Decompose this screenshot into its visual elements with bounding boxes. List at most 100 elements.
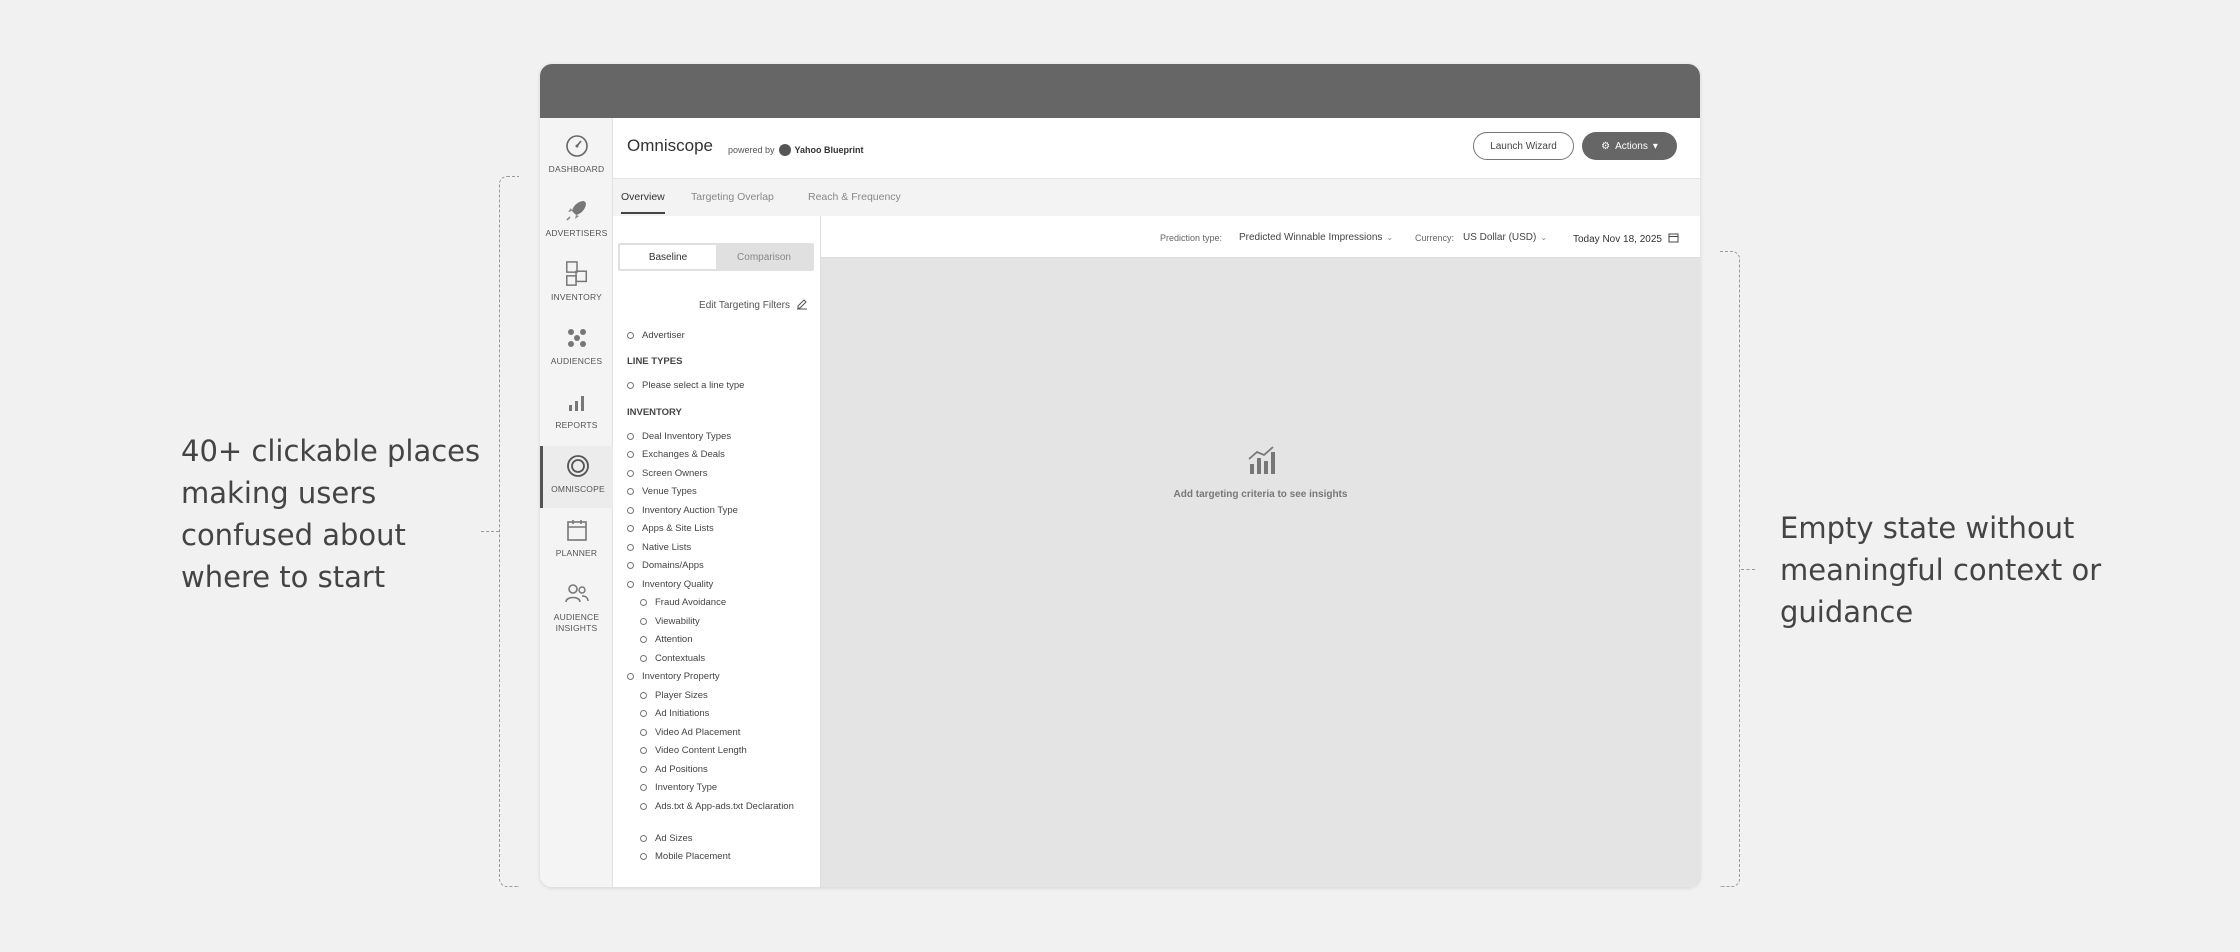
powered-by-label: powered by (728, 145, 775, 155)
nav-label: REPORTS (555, 420, 598, 430)
bar-chart-icon (564, 388, 590, 416)
date-picker[interactable]: Today Nov 18, 2025 (1573, 232, 1679, 246)
filter-inventory-item[interactable]: Venue Types (627, 486, 697, 497)
filter-inventory-property[interactable]: Inventory Property (627, 671, 720, 682)
users-icon (564, 580, 590, 608)
prediction-type-label: Prediction type: (1160, 233, 1223, 243)
radio-circle (640, 784, 647, 791)
baseline-comparison-toggle: Baseline Comparison (618, 243, 814, 271)
filter-quality-item[interactable]: Attention (640, 634, 693, 645)
radio-circle (627, 332, 634, 339)
filter-quality-item[interactable]: Viewability (640, 616, 700, 627)
caret-down-icon: ▾ (1652, 140, 1658, 152)
filter-quality-item[interactable]: Contextuals (640, 653, 705, 664)
filter-label: Native Lists (642, 542, 692, 553)
filter-inventory-item[interactable]: Inventory Quality (627, 579, 713, 590)
tab-targeting-overlap[interactable]: Targeting Overlap (691, 191, 774, 212)
nav-item-omniscope[interactable]: OMNISCOPE (540, 446, 613, 508)
radio-circle (640, 599, 647, 606)
main-content: Omniscope powered by Yahoo Blueprint Lau… (613, 118, 1700, 887)
filter-inventory-item[interactable]: Domains/Apps (627, 560, 704, 571)
radio-circle (640, 710, 647, 717)
brand-name: Yahoo Blueprint (794, 145, 864, 155)
radio-circle (640, 803, 647, 810)
nav-label: PLANNER (555, 548, 598, 558)
filter-inventory-item[interactable]: Deal Inventory Types (627, 431, 731, 442)
filter-extra-item[interactable]: Mobile Placement (640, 851, 731, 862)
prediction-type-select[interactable]: Predicted Winnable Impressions ⌄ (1239, 232, 1393, 243)
comparison-option[interactable]: Comparison (716, 245, 812, 269)
radio-circle (627, 451, 634, 458)
chevron-down-icon: ⌄ (1386, 233, 1394, 242)
radio-circle (640, 692, 647, 699)
edit-targeting-filters-link[interactable]: Edit Targeting Filters (699, 298, 808, 313)
filter-property-item[interactable]: Video Ad Placement (640, 727, 740, 738)
currency-select[interactable]: US Dollar (USD) ⌄ (1463, 232, 1547, 243)
filter-property-item[interactable]: Player Sizes (640, 690, 708, 701)
filter-label: Contextuals (655, 653, 706, 664)
section-title-line-types: LINE TYPES (627, 356, 683, 367)
app-body: DASHBOARD ADVERTISERS INVENTORY AUDIENCE… (540, 118, 1700, 887)
calendar-icon (1668, 232, 1679, 246)
right-annotation-text: Empty state without meaningful context o… (1780, 511, 2102, 629)
radio-circle (627, 507, 634, 514)
app-window: DASHBOARD ADVERTISERS INVENTORY AUDIENCE… (540, 64, 1700, 887)
radio-circle (640, 618, 647, 625)
omniscope-target-icon (565, 452, 591, 480)
filter-property-item[interactable]: Inventory Type (640, 782, 717, 793)
rocket-icon (564, 196, 590, 224)
nav-item-dashboard[interactable]: DASHBOARD (540, 126, 613, 188)
filter-label: Please select a line type (642, 380, 745, 391)
filter-property-item[interactable]: Ads.txt & App-ads.txt Declaration (640, 801, 794, 812)
filter-label: Advertiser (642, 330, 685, 341)
filter-property-item[interactable]: Ad Positions (640, 764, 708, 775)
filter-label: Inventory Quality (642, 579, 714, 590)
tab-bar: Overview Targeting Overlap Reach & Frequ… (613, 178, 1700, 216)
filter-inventory-item[interactable]: Exchanges & Deals (627, 449, 725, 460)
nav-item-audience-insights[interactable]: AUDIENCE INSIGHTS (540, 574, 613, 644)
filter-label: Deal Inventory Types (642, 431, 732, 442)
currency-label: Currency: (1415, 233, 1455, 243)
gear-icon: ⚙ (1601, 140, 1611, 152)
filter-inventory-item[interactable]: Native Lists (627, 542, 691, 553)
radio-circle (627, 382, 634, 389)
tab-reach-frequency[interactable]: Reach & Frequency (808, 191, 901, 212)
filter-label: Player Sizes (655, 690, 708, 701)
filter-label: Ad Sizes (655, 833, 693, 844)
chevron-down-icon: ⌄ (1540, 233, 1548, 242)
filter-quality-item[interactable]: Fraud Avoidance (640, 597, 726, 608)
actions-button[interactable]: ⚙ Actions ▾ (1582, 132, 1677, 160)
nav-item-reports[interactable]: REPORTS (540, 382, 613, 444)
filter-label: Apps & Site Lists (642, 523, 714, 534)
baseline-option[interactable]: Baseline (620, 245, 716, 269)
filter-property-item[interactable]: Video Content Length (640, 745, 747, 756)
filter-label: Viewability (655, 616, 700, 627)
filter-extra-item[interactable]: Ad Sizes (640, 833, 693, 844)
radio-circle (627, 581, 634, 588)
filter-inventory-item[interactable]: Inventory Auction Type (627, 505, 738, 516)
page-header: Omniscope powered by Yahoo Blueprint Lau… (613, 118, 1700, 178)
launch-wizard-button[interactable]: Launch Wizard (1473, 132, 1574, 160)
radio-circle (627, 525, 634, 532)
filter-inventory-item[interactable]: Screen Owners (627, 468, 707, 479)
radio-circle (640, 766, 647, 773)
filter-advertiser[interactable]: Advertiser (627, 330, 685, 341)
nav-item-inventory[interactable]: INVENTORY (540, 254, 613, 316)
nav-item-planner[interactable]: PLANNER (540, 510, 613, 572)
nav-item-audiences[interactable]: AUDIENCES (540, 318, 613, 380)
radio-circle (640, 835, 647, 842)
filter-line-type[interactable]: Please select a line type (627, 380, 744, 391)
filter-label: Attention (655, 634, 693, 645)
filter-property-item[interactable]: Ad Initiations (640, 708, 709, 719)
nav-item-advertisers[interactable]: ADVERTISERS (540, 190, 613, 252)
filter-label: Video Ad Placement (655, 727, 741, 738)
cubes-icon (564, 260, 590, 288)
nav-label: ADVERTISERS (545, 228, 608, 238)
page-title: Omniscope (627, 136, 713, 155)
nav-label: AUDIENCES (550, 356, 603, 366)
audience-network-icon (564, 324, 590, 352)
filter-inventory-item[interactable]: Apps & Site Lists (627, 523, 714, 534)
left-annotation-text: 40+ clickable places making users confus… (181, 434, 481, 594)
right-annotation-tick (1741, 569, 1755, 570)
tab-overview[interactable]: Overview (621, 191, 665, 214)
